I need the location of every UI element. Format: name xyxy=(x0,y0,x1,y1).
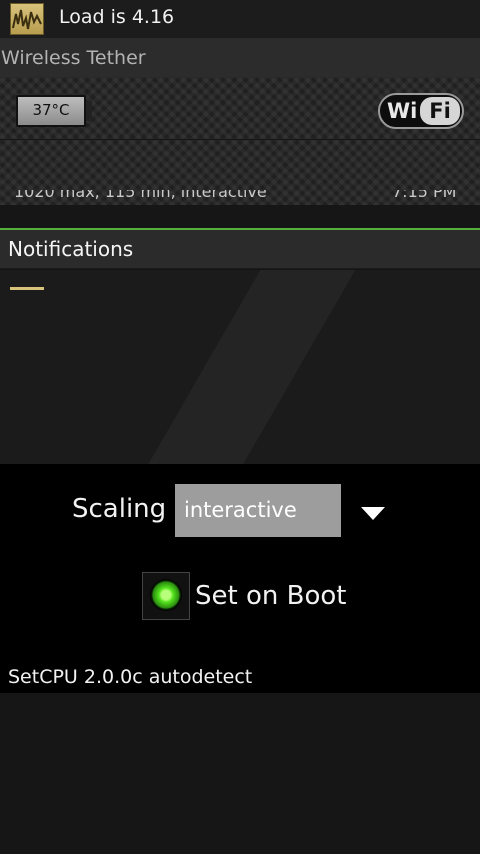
battery-temperature: 37°C xyxy=(32,101,70,119)
status-bar: Load is 4.16 xyxy=(0,0,480,39)
background-bottom xyxy=(0,693,480,854)
set-on-boot-label: Set on Boot xyxy=(195,581,347,611)
dropdown-arrow-icon[interactable] xyxy=(361,507,385,520)
cpu-notification-text: 1020 max, 115 min, interactive xyxy=(14,190,267,201)
scaling-dropdown[interactable]: interactive xyxy=(175,484,341,537)
wifi-icon: Wi Fi xyxy=(378,93,464,129)
background xyxy=(0,270,480,464)
notification-app-header: Wireless Tether xyxy=(0,39,480,77)
notifications-title: Notifications xyxy=(8,237,134,261)
wifi-logo-fi: Fi xyxy=(420,97,460,125)
status-title: Load is 4.16 xyxy=(59,6,175,28)
app-title: Wireless Tether xyxy=(1,47,146,69)
wifi-logo-wi: Wi xyxy=(387,99,418,123)
cpu-notification-time: 7:15 PM xyxy=(392,190,457,201)
checked-indicator-icon[interactable] xyxy=(150,579,182,611)
battery-tip xyxy=(86,101,92,121)
notifications-header: Notifications xyxy=(0,230,480,269)
scaling-label: Scaling xyxy=(72,494,167,524)
cpu-load-graph-icon xyxy=(10,3,44,35)
version-label: SetCPU 2.0.0c autodetect xyxy=(8,666,253,688)
notification-indicator xyxy=(10,287,44,290)
